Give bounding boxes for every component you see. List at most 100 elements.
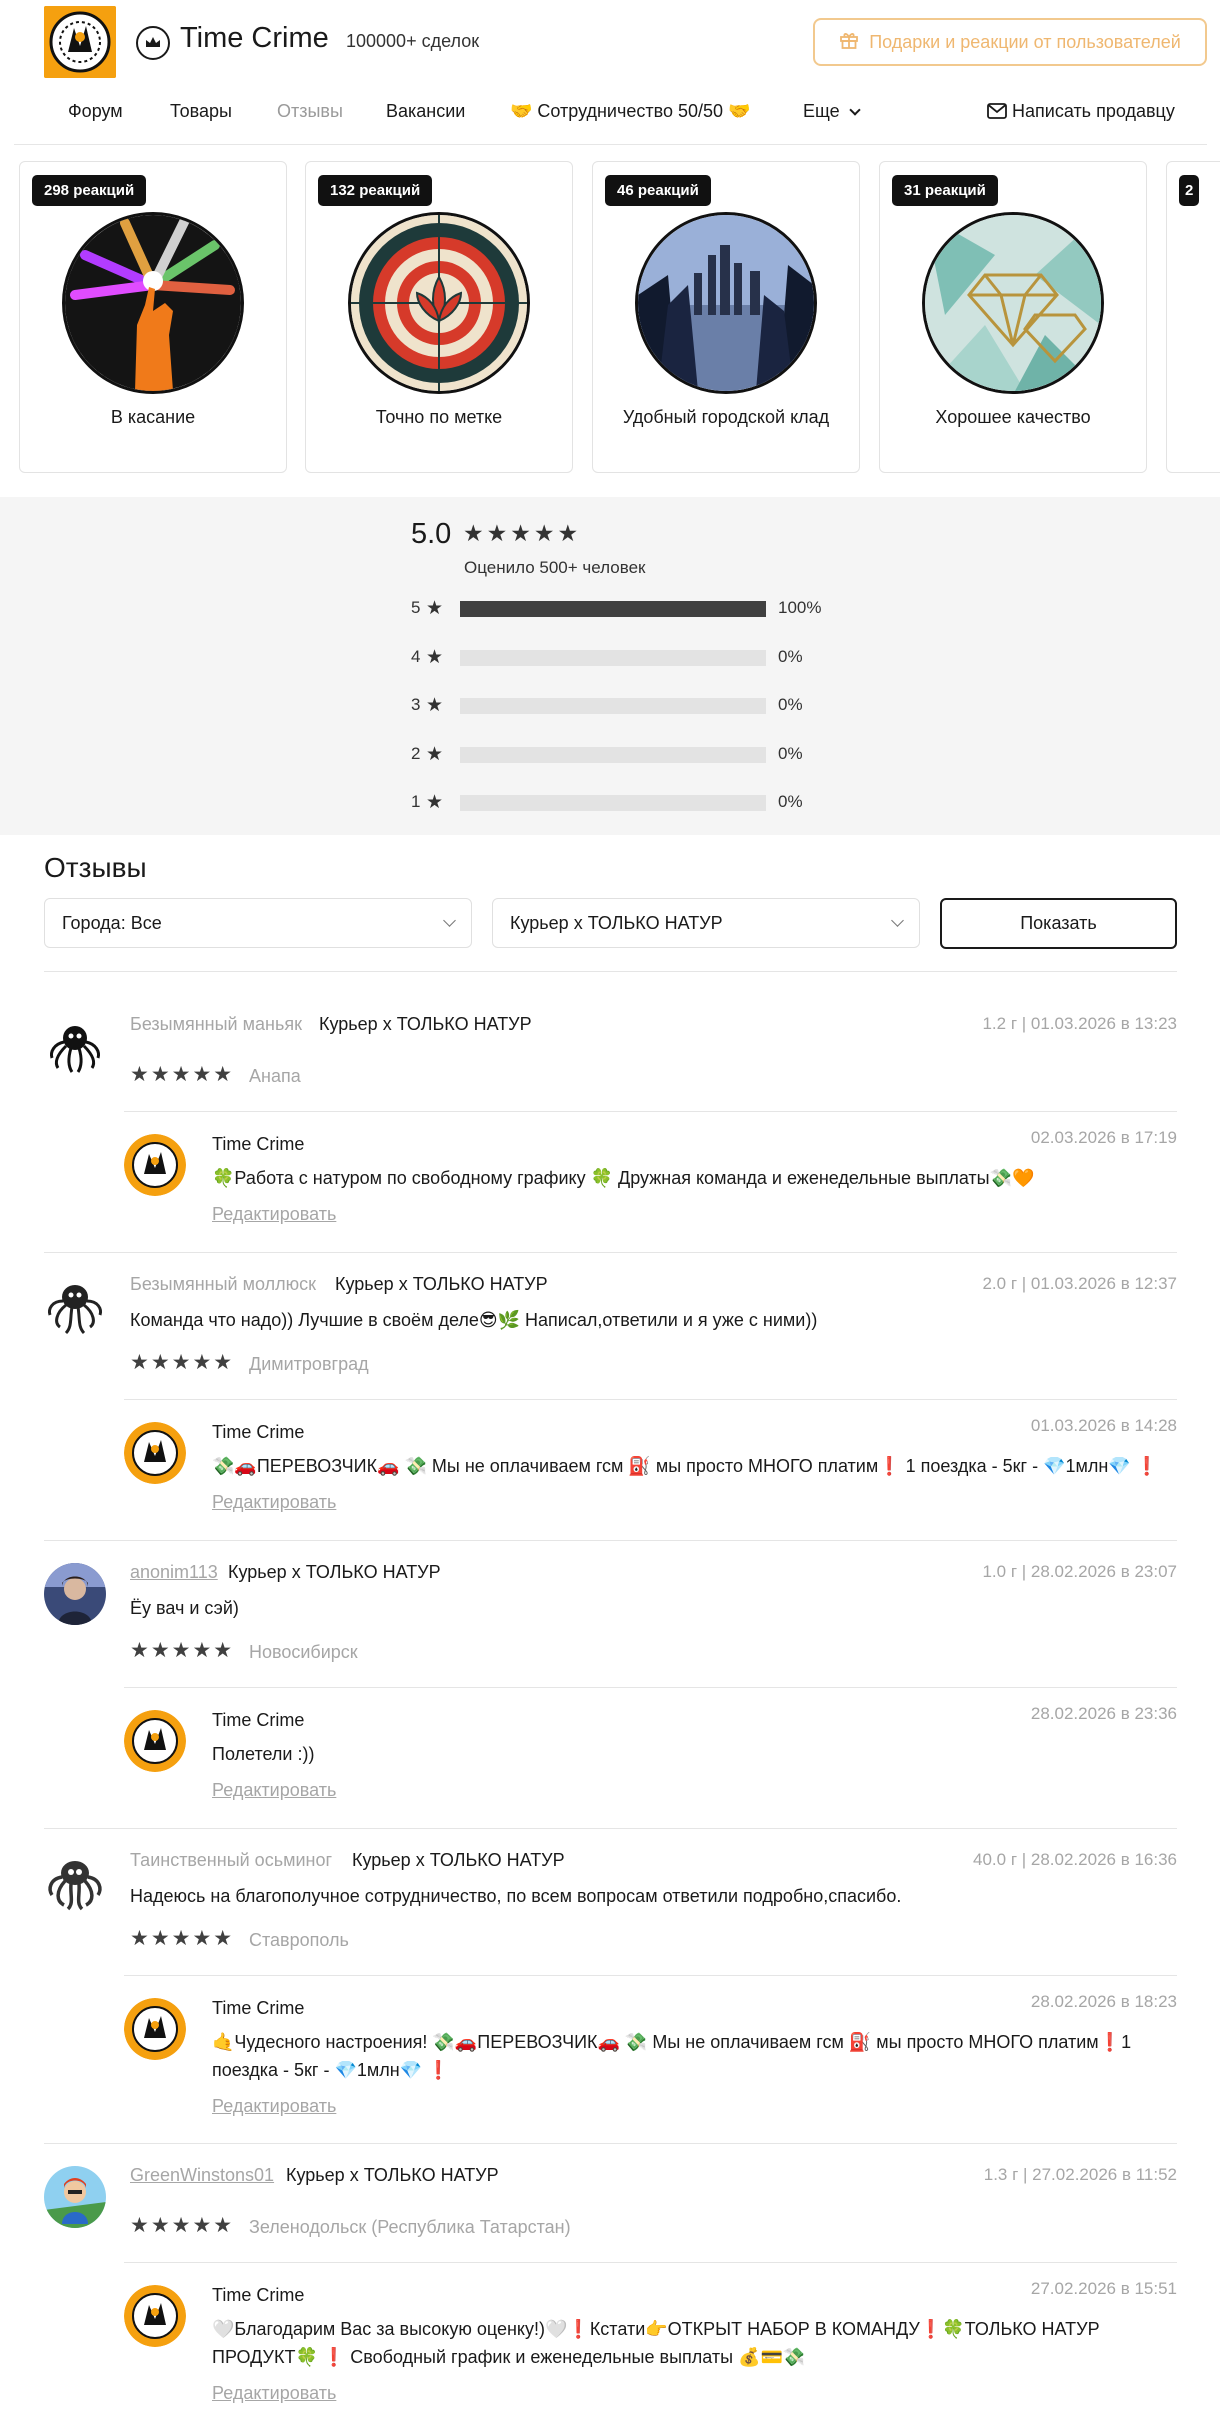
write-seller-link[interactable]: Написать продавцу — [987, 101, 1175, 124]
seller-avatar — [124, 1422, 186, 1484]
divider — [124, 1975, 1177, 1976]
review-date: 1.2 г | 01.03.2026 в 13:23 — [982, 1014, 1177, 1033]
seller-avatar — [124, 1998, 186, 2060]
seller-avatar — [124, 1134, 186, 1196]
rating-row-stars: 5 — [411, 598, 421, 617]
nav-cooperation[interactable]: 🤝 Сотрудничество 50/50 🤝 — [510, 101, 750, 122]
city-filter-select[interactable]: Города: Все — [44, 898, 472, 948]
divider — [124, 1399, 1177, 1400]
review-stars: ★★★★★ — [130, 2214, 235, 2237]
reactions-badge: 46 реакций — [605, 175, 711, 206]
review-stars: ★★★★★ — [130, 1927, 235, 1950]
edit-reply-link[interactable]: Редактировать — [212, 2383, 336, 2404]
gift-label: Хорошее качество — [935, 407, 1091, 427]
chevron-down-icon — [443, 914, 456, 927]
nav-reviews[interactable]: Отзывы — [277, 101, 343, 122]
review-stars: ★★★★★ — [130, 1063, 235, 1086]
deals-count: 100000+ сделок — [346, 31, 480, 51]
gift-card[interactable]: 46 реакций Удобный городской клад — [592, 161, 860, 473]
gifts-reactions-button[interactable]: Подарки и реакции от пользователей — [813, 18, 1207, 66]
review-author: Безымянный моллюск — [130, 1274, 316, 1294]
product-filter-value: Курьер x ТОЛЬКО НАТУР — [510, 912, 723, 933]
review-author: Безымянный маньяк — [130, 1014, 302, 1034]
reactions-badge: 31 реакций — [892, 175, 998, 206]
rating-bar — [460, 795, 766, 811]
rated-count: Оценило 500+ человек — [464, 558, 646, 577]
seller-avatar — [124, 2285, 186, 2347]
edit-reply-link[interactable]: Редактировать — [212, 1204, 336, 1225]
review-date: 40.0 г | 28.02.2026 в 16:36 — [973, 1850, 1177, 1869]
chevron-down-icon — [891, 914, 904, 927]
divider — [44, 1252, 1177, 1253]
avatar[interactable] — [44, 1275, 106, 1337]
gift-icon — [839, 30, 859, 55]
nav-vacancies[interactable]: Вакансии — [386, 101, 465, 122]
divider — [44, 1828, 1177, 1829]
review-product[interactable]: Курьер x ТОЛЬКО НАТУР — [352, 1850, 565, 1871]
star-icon: ★ — [426, 792, 444, 813]
rating-row-percent: 0% — [778, 695, 803, 714]
nav-products[interactable]: Товары — [170, 101, 232, 122]
nav-more[interactable]: Еще — [803, 101, 861, 122]
divider — [44, 2143, 1177, 2144]
review-product[interactable]: Курьер x ТОЛЬКО НАТУР — [319, 1014, 532, 1035]
rating-bar — [460, 698, 766, 714]
divider — [124, 1687, 1177, 1688]
reply-text: 🤙Чудесного настроения! 💸🚗ПЕРЕВОЗЧИК🚗 💸 М… — [212, 2032, 1132, 2080]
reply-date: 28.02.2026 в 18:23 — [1030, 1992, 1177, 2011]
star-icon: ★ — [426, 598, 444, 619]
review-date: 2.0 г | 01.03.2026 в 12:37 — [982, 1274, 1177, 1293]
reply-seller-name: Time Crime — [212, 1422, 305, 1442]
nav-forum[interactable]: Форум — [68, 101, 123, 122]
rating-bar-fill — [460, 601, 766, 617]
reply-date: 02.03.2026 в 17:19 — [1030, 1128, 1177, 1147]
rating-row-percent: 0% — [778, 744, 803, 763]
divider — [124, 2262, 1177, 2263]
gift-label: Удобный городской клад — [622, 407, 830, 427]
product-filter-select[interactable]: Курьер x ТОЛЬКО НАТУР — [492, 898, 920, 948]
reply-date: 27.02.2026 в 15:51 — [1030, 2279, 1177, 2298]
mail-icon — [987, 103, 1007, 124]
reactions-badge: 132 реакций — [318, 175, 433, 206]
city-filter-value: Города: Все — [62, 912, 162, 933]
edit-reply-link[interactable]: Редактировать — [212, 2096, 336, 2117]
show-button[interactable]: Показать — [940, 898, 1177, 949]
reply-date: 28.02.2026 в 23:36 — [1030, 1704, 1177, 1723]
avatar[interactable] — [44, 1563, 106, 1625]
gift-label: Точно по метке — [375, 407, 503, 427]
review-author: Таинственный осьминог — [130, 1850, 333, 1870]
main-nav: Форум Товары Отзывы Вакансии 🤝 Сотруднич… — [0, 98, 1220, 144]
shop-logo[interactable] — [44, 6, 116, 78]
review-city: Димитровград — [249, 1354, 369, 1374]
gift-image — [62, 212, 244, 394]
edit-reply-link[interactable]: Редактировать — [212, 1492, 336, 1513]
gift-card[interactable]: 298 реакций В касание — [19, 161, 287, 473]
gift-card[interactable]: 31 реакций Хорошее качество — [879, 161, 1147, 473]
star-icon: ★ — [426, 744, 444, 765]
gift-card[interactable]: 132 реакций Точно по метке — [305, 161, 573, 473]
avatar[interactable] — [44, 1014, 106, 1076]
rating-row-percent: 0% — [778, 792, 803, 811]
gift-image — [922, 212, 1104, 394]
divider — [44, 971, 1177, 972]
gifts-reactions-label: Подарки и реакции от пользователей — [869, 31, 1181, 52]
review-city: Новосибирск — [249, 1642, 358, 1662]
reply-text: Полетели :)) — [212, 1744, 315, 1764]
reactions-badge: 2 — [1179, 175, 1200, 206]
rating-row-stars: 3 — [411, 695, 421, 714]
review-author-link[interactable]: anonim113 — [130, 1562, 218, 1583]
avatar[interactable] — [44, 2166, 106, 2228]
review-product[interactable]: Курьер x ТОЛЬКО НАТУР — [286, 2165, 499, 2186]
review-author-link[interactable]: GreenWinstons01 — [130, 2165, 274, 2186]
review-city: Анапа — [249, 1066, 301, 1086]
review-product[interactable]: Курьер x ТОЛЬКО НАТУР — [228, 1562, 441, 1583]
gift-card-partial[interactable]: 2 — [1166, 161, 1220, 473]
avatar[interactable] — [44, 1851, 106, 1913]
review-stars: ★★★★★ — [130, 1351, 235, 1374]
edit-reply-link[interactable]: Редактировать — [212, 1780, 336, 1801]
rating-summary — [0, 497, 1220, 835]
review-product[interactable]: Курьер x ТОЛЬКО НАТУР — [335, 1274, 548, 1295]
rating-row-stars: 1 — [411, 792, 421, 811]
seller-avatar — [124, 1710, 186, 1772]
rating-bar — [460, 601, 766, 617]
